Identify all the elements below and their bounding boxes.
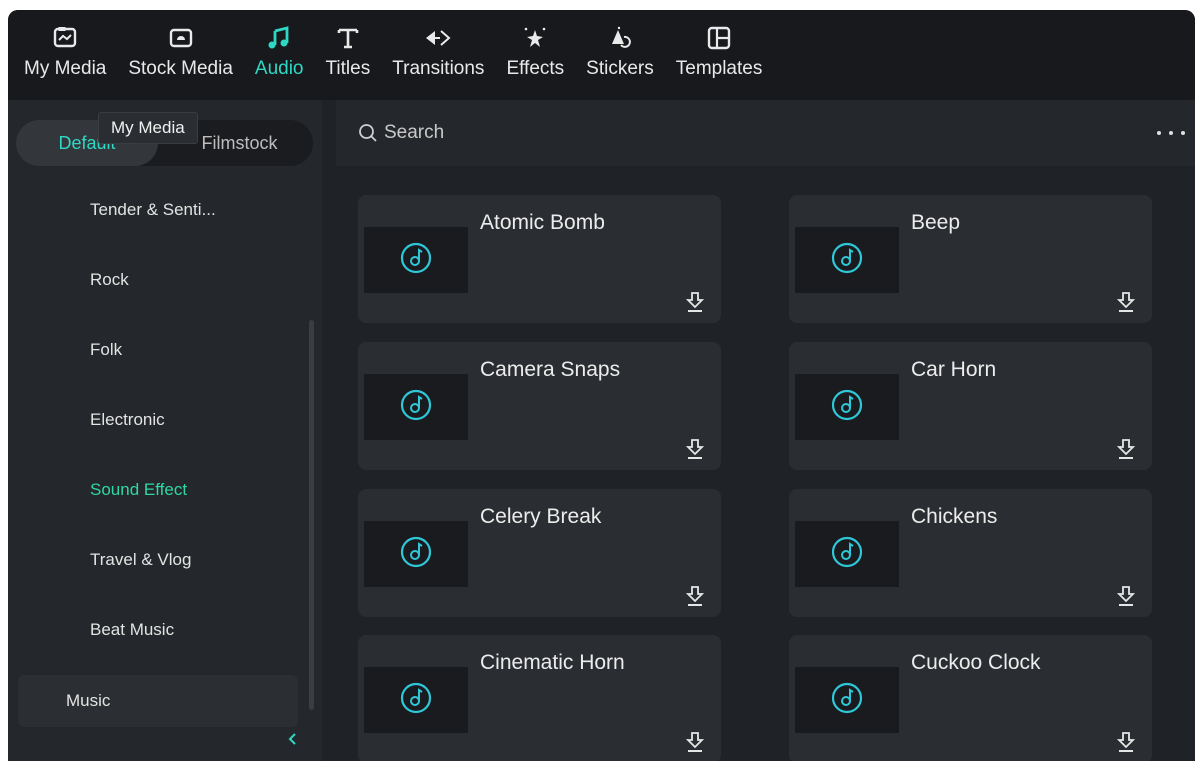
tab-label: Templates [675, 58, 763, 79]
music-note-icon [265, 24, 293, 52]
search-icon [358, 123, 378, 143]
chevron-left-icon [287, 732, 299, 751]
tab-label: Audio [254, 58, 304, 79]
template-layout-icon [705, 24, 733, 52]
audio-card[interactable]: Car Horn [789, 342, 1152, 470]
sidebar-item-label: Music [66, 691, 111, 710]
audio-title: Cuckoo Clock [911, 651, 1041, 674]
tab-stock-media[interactable]: Stock Media [128, 10, 233, 80]
tab-audio[interactable]: Audio [255, 10, 304, 80]
category-sidebar: Default Filmstock My Media Tender & Sent… [8, 100, 322, 761]
transition-arrows-icon [424, 24, 452, 52]
tab-my-media[interactable]: My Media [24, 10, 106, 80]
download-button[interactable] [1116, 291, 1136, 318]
download-button[interactable] [685, 731, 705, 758]
audio-thumbnail [795, 374, 899, 440]
download-icon [1116, 585, 1136, 612]
audio-thumbnail [795, 667, 899, 733]
tab-label: Stock Media [128, 58, 233, 79]
download-button[interactable] [685, 438, 705, 465]
download-icon [685, 291, 705, 318]
tab-label: Stickers [586, 58, 654, 79]
sidebar-item-rock[interactable]: Rock [90, 270, 129, 290]
audio-title: Chickens [911, 505, 998, 528]
audio-card[interactable]: Chickens [789, 489, 1152, 617]
sidebar-item-electronic[interactable]: Electronic [90, 410, 165, 430]
more-horizontal-icon [1157, 131, 1161, 135]
music-disc-icon [830, 388, 864, 427]
audio-card[interactable]: Camera Snaps [358, 342, 721, 470]
audio-title: Celery Break [480, 505, 602, 528]
audio-card[interactable]: Celery Break [358, 489, 721, 617]
search-bar [336, 100, 1195, 166]
sparkle-effects-icon [521, 24, 549, 52]
tooltip: My Media [98, 112, 198, 144]
audio-thumbnail [364, 667, 468, 733]
sidebar-item-travel-vlog[interactable]: Travel & Vlog [90, 550, 191, 570]
audio-card[interactable]: Atomic Bomb [358, 195, 721, 323]
music-disc-icon [399, 241, 433, 280]
text-t-icon [334, 24, 362, 52]
more-options-button[interactable] [1157, 126, 1185, 140]
my-media-icon [51, 24, 79, 52]
audio-title: Car Horn [911, 358, 997, 381]
top-toolbar: My Media Stock Media Audio Titles Transi… [8, 10, 1195, 100]
tab-label: Effects [506, 58, 565, 79]
tab-stickers[interactable]: Stickers [586, 10, 654, 80]
music-disc-icon [830, 535, 864, 574]
music-disc-icon [830, 681, 864, 720]
music-disc-icon [399, 535, 433, 574]
audio-title: Camera Snaps [480, 358, 621, 381]
audio-thumbnail [795, 227, 899, 293]
audio-title: Atomic Bomb [480, 211, 605, 234]
tab-templates[interactable]: Templates [675, 10, 763, 80]
sidebar-item-folk[interactable]: Folk [90, 340, 122, 360]
audio-thumbnail [795, 521, 899, 587]
audio-title: Beep [911, 211, 961, 234]
audio-thumbnail [364, 374, 468, 440]
audio-title: Cinematic Horn [480, 651, 625, 674]
tab-label: Titles [325, 58, 371, 79]
download-button[interactable] [685, 291, 705, 318]
download-icon [685, 438, 705, 465]
audio-browser-window: My Media Stock Media Audio Titles Transi… [8, 10, 1195, 761]
audio-thumbnail [364, 521, 468, 587]
tab-effects[interactable]: Effects [506, 10, 564, 80]
download-icon [685, 731, 705, 758]
sidebar-item-music[interactable]: Music [18, 675, 298, 727]
music-disc-icon [399, 388, 433, 427]
tab-transitions[interactable]: Transitions [392, 10, 484, 80]
sidebar-item-beat-music[interactable]: Beat Music [90, 620, 174, 640]
sidebar-item-sound-effect[interactable]: Sound Effect [90, 480, 187, 500]
download-button[interactable] [1116, 585, 1136, 612]
audio-card[interactable]: Cinematic Horn [358, 635, 721, 761]
download-button[interactable] [1116, 438, 1136, 465]
download-button[interactable] [685, 585, 705, 612]
sticker-icon [606, 24, 634, 52]
collapse-sidebar-button[interactable] [280, 728, 306, 754]
download-icon [1116, 291, 1136, 318]
music-disc-icon [399, 681, 433, 720]
sidebar-item-tender-sentimental[interactable]: Tender & Senti... [90, 200, 216, 220]
audio-thumbnail [364, 227, 468, 293]
download-icon [1116, 438, 1136, 465]
download-icon [685, 585, 705, 612]
audio-card[interactable]: Cuckoo Clock [789, 635, 1152, 761]
download-button[interactable] [1116, 731, 1136, 758]
sidebar-scrollbar[interactable] [309, 320, 314, 710]
music-disc-icon [830, 241, 864, 280]
download-icon [1116, 731, 1136, 758]
stock-media-icon [167, 24, 195, 52]
tab-titles[interactable]: Titles [325, 10, 371, 80]
tab-label: Transitions [392, 58, 485, 79]
search-input[interactable] [384, 118, 684, 148]
audio-card[interactable]: Beep [789, 195, 1152, 323]
tab-label: My Media [24, 58, 107, 79]
